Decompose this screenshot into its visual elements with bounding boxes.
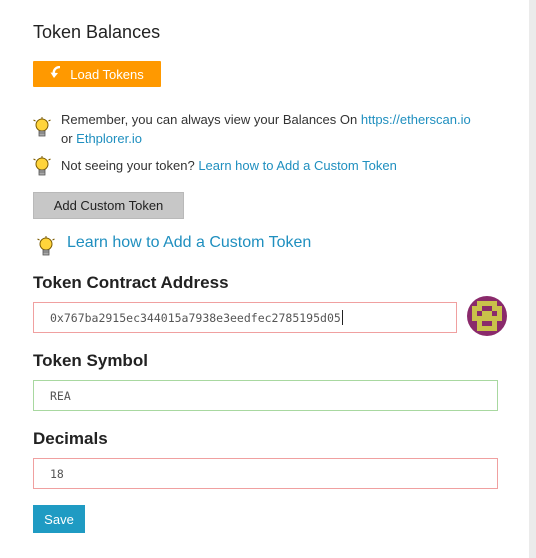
ethplorer-link[interactable]: Ethplorer.io	[76, 131, 142, 146]
curved-arrow-icon	[50, 65, 62, 82]
custom-token-help-link[interactable]: Learn how to Add a Custom Token	[198, 158, 397, 173]
etherscan-link[interactable]: https://etherscan.io	[361, 112, 471, 127]
contract-address-value: 0x767ba2915ec344015a7938e3eedfec2785195d…	[50, 310, 341, 325]
decimals-label: Decimals	[33, 429, 108, 448]
contract-address-label: Token Contract Address	[33, 273, 229, 292]
lightbulb-icon	[33, 117, 51, 144]
section-title: Token Balances	[33, 22, 161, 42]
custom-token-help-link-large[interactable]: Learn how to Add a Custom Token	[67, 234, 311, 252]
load-tokens-button[interactable]: Load Tokens	[33, 61, 161, 87]
load-tokens-label: Load Tokens	[70, 66, 144, 82]
contract-address-input[interactable]: 0x767ba2915ec344015a7938e3eedfec2785195d…	[33, 302, 457, 333]
lightbulb-icon	[33, 156, 51, 183]
text-caret	[341, 310, 343, 325]
add-custom-token-button[interactable]: Add Custom Token	[33, 192, 184, 219]
balances-tip-text: Remember, you can always view your Balan…	[61, 112, 361, 127]
address-identicon	[467, 296, 507, 336]
not-seeing-token-text: Not seeing your token?	[61, 158, 199, 173]
scrollbar-track[interactable]	[529, 0, 536, 558]
save-button[interactable]: Save	[33, 505, 85, 533]
balances-tip: Remember, you can always view your Balan…	[33, 110, 503, 148]
lightbulb-icon	[37, 236, 55, 263]
token-symbol-value: REA	[50, 388, 71, 403]
decimals-input[interactable]: 18	[33, 458, 498, 489]
custom-token-tip: Not seeing your token? Learn how to Add …	[33, 156, 503, 176]
token-symbol-label: Token Symbol	[33, 351, 148, 370]
token-symbol-input[interactable]: REA	[33, 380, 498, 411]
or-text: or	[61, 131, 77, 146]
decimals-value: 18	[50, 466, 64, 481]
